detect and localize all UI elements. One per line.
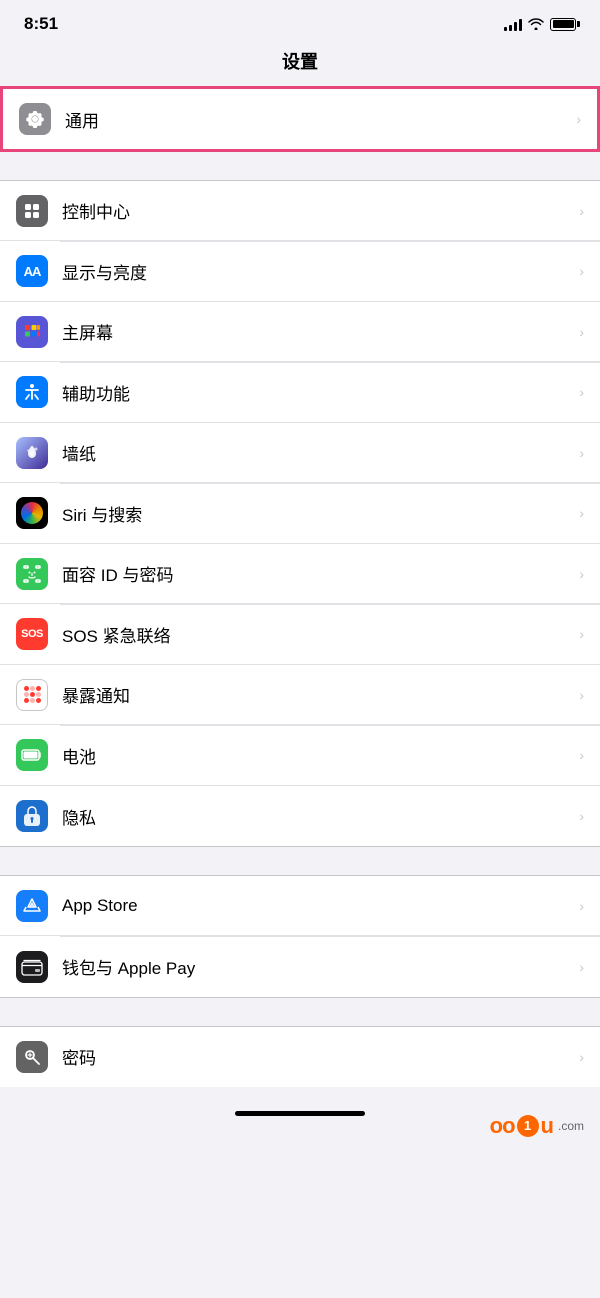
control-center-label: 控制中心 (62, 198, 571, 223)
chevron-icon: › (579, 384, 584, 400)
settings-row-passwords[interactable]: 密码 › (0, 1027, 600, 1087)
faceid-label: 面容 ID 与密码 (62, 561, 571, 586)
watermark-text: oo (490, 1113, 515, 1139)
settings-row-siri[interactable]: Siri 与搜索 › (0, 484, 600, 544)
password-label: 密码 (62, 1044, 571, 1069)
privacy-icon (16, 800, 48, 832)
wallpaper-label: 墙纸 (62, 440, 571, 465)
homescreen-icon (16, 316, 48, 348)
chevron-icon: › (579, 959, 584, 975)
password-icon (16, 1041, 48, 1073)
exposure-label: 暴露通知 (62, 682, 571, 707)
watermark-number: 1 (517, 1115, 539, 1137)
status-bar: 8:51 (0, 0, 600, 42)
watermark-u: u (541, 1113, 554, 1139)
bottom-area: oo 1 u .com (0, 1087, 600, 1147)
chevron-icon: › (576, 111, 581, 127)
display-icon: AA (16, 255, 48, 287)
page-title: 设置 (0, 42, 600, 86)
settings-row-appstore[interactable]: App Store › (0, 876, 600, 936)
chevron-icon: › (579, 626, 584, 642)
settings-row-wallet[interactable]: 钱包与 Apple Pay › (0, 937, 600, 997)
settings-row-battery[interactable]: 电池 › (0, 726, 600, 786)
group-separator-2 (0, 847, 600, 875)
battery-label: 电池 (62, 743, 571, 768)
settings-row-homescreen[interactable]: 主屏幕 › (0, 302, 600, 362)
settings-row-control-center[interactable]: 控制中心 › (0, 181, 600, 241)
battery-icon (550, 18, 576, 31)
wallet-label: 钱包与 Apple Pay (62, 954, 571, 979)
home-indicator (235, 1111, 365, 1116)
general-group: 通用 › (0, 86, 600, 152)
settings-row-display[interactable]: AA 显示与亮度 › (0, 242, 600, 302)
settings-row-faceid[interactable]: 面容 ID 与密码 › (0, 544, 600, 604)
settings-row-wallpaper[interactable]: 墙纸 › (0, 423, 600, 483)
chevron-icon: › (579, 203, 584, 219)
chevron-icon: › (579, 687, 584, 703)
accessibility-label: 辅助功能 (62, 380, 571, 405)
privacy-label: 隐私 (62, 804, 571, 829)
wallet-icon (16, 951, 48, 983)
siri-icon (16, 497, 48, 529)
sos-icon: SOS (16, 618, 48, 650)
signal-icon (504, 17, 522, 31)
status-time: 8:51 (24, 14, 58, 34)
watermark: oo 1 u .com (490, 1113, 584, 1139)
main-settings-group: 控制中心 › AA 显示与亮度 › 主屏幕 › (0, 180, 600, 847)
chevron-icon: › (579, 505, 584, 521)
chevron-icon: › (579, 747, 584, 763)
faceid-icon (16, 558, 48, 590)
chevron-icon: › (579, 324, 584, 340)
wallpaper-icon (16, 437, 48, 469)
group-separator-3 (0, 998, 600, 1026)
settings-row-general[interactable]: 通用 › (3, 89, 597, 149)
general-label: 通用 (65, 107, 568, 132)
chevron-icon: › (579, 445, 584, 461)
exposure-icon (16, 679, 48, 711)
control-center-icon (16, 195, 48, 227)
settings-row-privacy[interactable]: 隐私 › (0, 786, 600, 846)
store-group: App Store › 钱包与 Apple Pay › (0, 875, 600, 998)
accessibility-icon (16, 376, 48, 408)
settings-row-sos[interactable]: SOS SOS 紧急联络 › (0, 605, 600, 665)
chevron-icon: › (579, 898, 584, 914)
gear-icon (19, 103, 51, 135)
wifi-icon (528, 18, 544, 30)
siri-label: Siri 与搜索 (62, 501, 571, 526)
status-icons (504, 17, 576, 31)
chevron-icon: › (579, 566, 584, 582)
homescreen-label: 主屏幕 (62, 319, 571, 344)
group-separator-1 (0, 152, 600, 180)
chevron-icon: › (579, 808, 584, 824)
settings-row-accessibility[interactable]: 辅助功能 › (0, 363, 600, 423)
password-group: 密码 › (0, 1026, 600, 1087)
display-label: 显示与亮度 (62, 259, 571, 284)
appstore-label: App Store (62, 896, 571, 916)
chevron-icon: › (579, 263, 584, 279)
watermark-suffix: .com (558, 1119, 584, 1133)
settings-row-exposure[interactable]: 暴露通知 › (0, 665, 600, 725)
sos-label: SOS 紧急联络 (62, 622, 571, 647)
appstore-icon (16, 890, 48, 922)
battery-settings-icon (16, 739, 48, 771)
chevron-icon: › (579, 1049, 584, 1065)
